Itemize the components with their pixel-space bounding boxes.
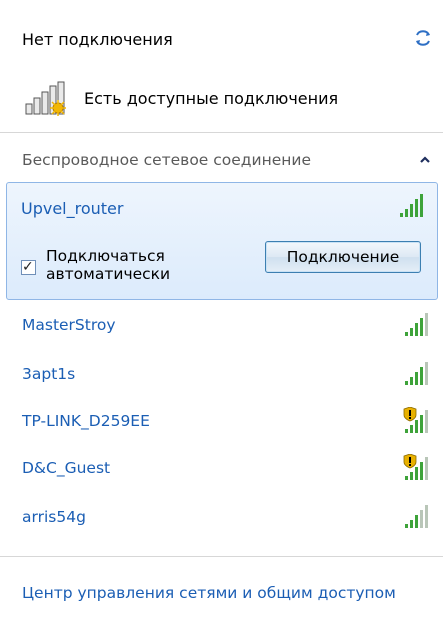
connect-button[interactable]: Подключение: [265, 241, 421, 273]
signal-strength-icon: [405, 362, 428, 385]
network-item[interactable]: D&C_Guest: [22, 453, 432, 483]
selected-network[interactable]: Upvel_router ✓ Подключаться автоматическ…: [6, 182, 438, 300]
network-center-link[interactable]: Центр управления сетями и общим доступом: [22, 584, 396, 602]
network-name: D&C_Guest: [22, 459, 111, 477]
auto-connect-label: Подключаться автоматически: [46, 247, 171, 283]
divider: [0, 132, 443, 133]
refresh-icon[interactable]: [411, 26, 435, 50]
available-connections: Есть доступные подключения: [22, 80, 338, 116]
wireless-section-header[interactable]: Беспроводное сетевое соединение: [22, 148, 432, 172]
available-connections-label: Есть доступные подключения: [84, 88, 339, 108]
signal-strength-icon: [405, 505, 428, 528]
signal-strength-icon: [405, 313, 428, 336]
network-item[interactable]: arris54g: [22, 502, 432, 532]
network-item[interactable]: TP-LINK_D259EE: [22, 406, 432, 436]
network-item[interactable]: MasterStroy: [22, 310, 432, 340]
divider: [0, 556, 443, 557]
network-flyout: Нет подключения Есть доступные подключен…: [0, 0, 443, 619]
network-name: arris54g: [22, 508, 86, 526]
network-name: TP-LINK_D259EE: [22, 412, 150, 430]
secured-signal-icon: [403, 407, 428, 433]
network-item[interactable]: 3apt1s: [22, 359, 432, 389]
section-title: Беспроводное сетевое соединение: [22, 151, 312, 169]
auto-connect-checkbox[interactable]: ✓: [21, 259, 36, 275]
chevron-up-icon[interactable]: [418, 153, 432, 167]
selected-network-name: Upvel_router: [21, 199, 124, 218]
secured-signal-icon: [403, 454, 428, 480]
network-name: 3apt1s: [22, 365, 76, 383]
auto-connect-option: ✓ Подключаться автоматически: [21, 247, 226, 283]
network-available-icon: [25, 81, 66, 116]
network-name: MasterStroy: [22, 316, 116, 334]
signal-strength-icon: [400, 194, 423, 217]
connection-status: Нет подключения: [22, 30, 173, 49]
